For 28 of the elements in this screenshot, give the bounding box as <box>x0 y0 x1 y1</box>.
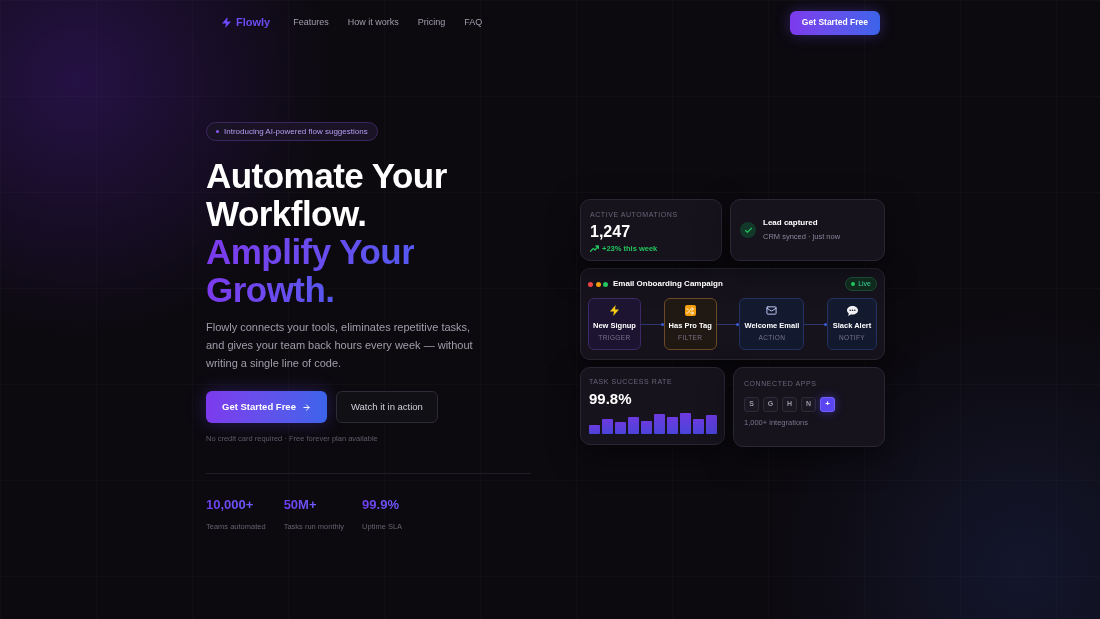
shuffle-icon <box>684 305 696 316</box>
add-app-tile[interactable]: + <box>820 396 835 412</box>
get-started-button[interactable]: Get Started Free <box>789 10 880 35</box>
speech-bubble-icon <box>846 305 858 316</box>
lightning-icon <box>609 305 619 316</box>
check-icon <box>740 222 756 238</box>
nav-link[interactable]: How it works <box>347 15 399 30</box>
announcement-badge[interactable]: Introducing AI-powered flow suggestions <box>206 122 378 141</box>
hero-description: Flowly connects your tools, eliminates repetitive tasks, and gives your team back hours every week — without writing a single line of code. <box>206 320 474 371</box>
flow-connector <box>804 322 827 326</box>
card-value: 99.8% <box>589 389 632 408</box>
brand-name[interactable]: Flowly <box>236 14 271 31</box>
trend-up-icon <box>590 244 599 252</box>
badge-text: Introducing AI-powered flow suggestions <box>224 125 368 138</box>
nav-link[interactable]: Pricing <box>417 15 446 30</box>
workflow-title: Email Onboarding Campaign <box>613 278 723 290</box>
get-started-button[interactable]: Get Started Free <box>206 391 327 423</box>
nav-link[interactable]: Features <box>293 15 329 30</box>
notification-title: Lead captured <box>763 217 818 230</box>
arrow-right-icon <box>301 402 311 412</box>
card-value: 1,247 <box>590 222 631 241</box>
envelope-icon <box>766 305 778 316</box>
hero-heading: Automate Your Workflow. Amplify Your Growth. <box>206 157 447 309</box>
flow-connector <box>640 322 664 326</box>
nav-link[interactable]: FAQ <box>464 15 483 30</box>
watch-demo-button[interactable]: Watch it in action <box>335 391 438 423</box>
flow-connector <box>716 322 740 326</box>
bolt-icon <box>222 17 231 28</box>
